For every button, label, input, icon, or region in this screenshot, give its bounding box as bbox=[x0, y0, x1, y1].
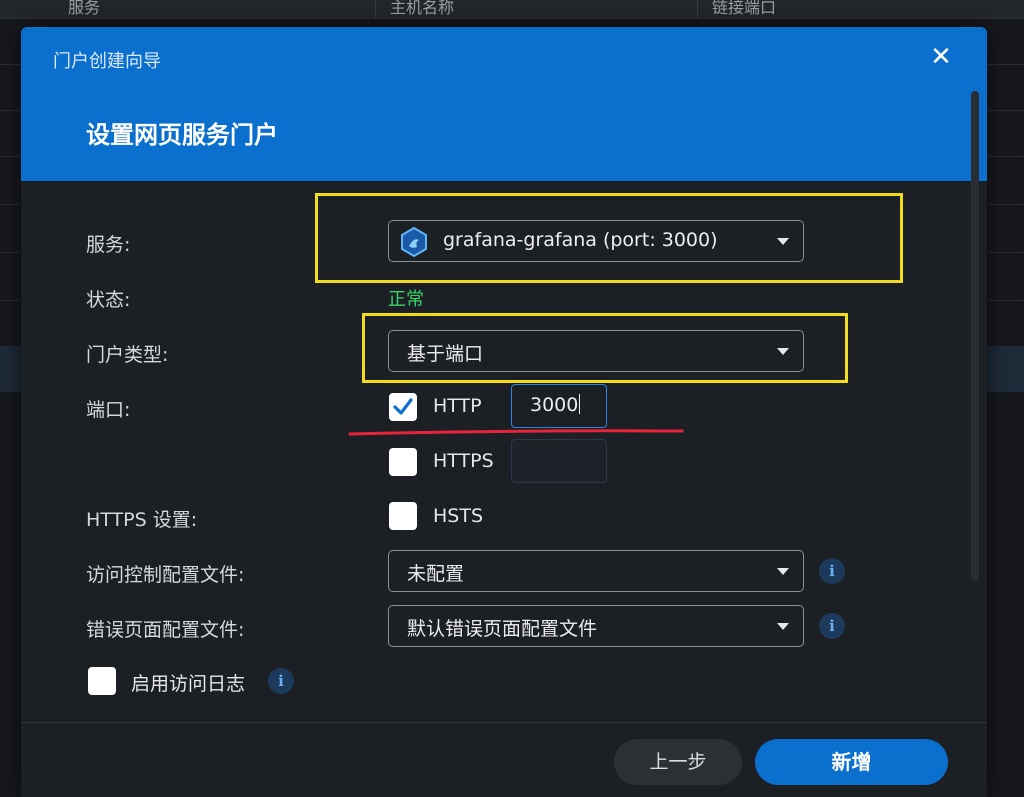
error-page-value: 默认错误页面配置文件 bbox=[407, 618, 598, 640]
http-checkbox[interactable] bbox=[389, 393, 417, 421]
http-label: HTTP bbox=[433, 395, 482, 417]
access-control-label: 访问控制配置文件: bbox=[86, 564, 245, 586]
background-table-header: 服务 主机名称 链接端口 bbox=[0, 0, 1024, 19]
text-cursor bbox=[579, 394, 581, 414]
access-log-checkbox[interactable] bbox=[88, 667, 116, 695]
port-label: 端口: bbox=[86, 399, 131, 421]
access-log-label: 启用访问日志 bbox=[131, 673, 246, 695]
add-button[interactable]: 新增 bbox=[755, 739, 948, 785]
dialog-header: 门户创建向导 ✕ 设置网页服务门户 bbox=[21, 27, 987, 181]
http-port-value: 3000 bbox=[530, 394, 579, 416]
access-control-value: 未配置 bbox=[407, 563, 465, 585]
service-label: 服务: bbox=[86, 234, 131, 256]
annotation-box-service bbox=[315, 193, 903, 283]
hsts-label: HSTS bbox=[433, 505, 484, 527]
column-header-hostname: 主机名称 bbox=[390, 0, 455, 17]
https-settings-label: HTTPS 设置: bbox=[86, 509, 198, 531]
page-title: 设置网页服务门户 bbox=[86, 121, 278, 149]
portal-wizard-dialog: 门户创建向导 ✕ 设置网页服务门户 服务: grafana-grafana (p… bbox=[21, 27, 987, 797]
scrollbar[interactable] bbox=[971, 91, 979, 581]
error-page-label: 错误页面配置文件: bbox=[86, 619, 245, 641]
annotation-box-portal-type bbox=[362, 313, 848, 383]
previous-button[interactable]: 上一步 bbox=[614, 739, 742, 785]
column-separator bbox=[375, 0, 376, 18]
error-page-select[interactable]: 默认错误页面配置文件 bbox=[388, 605, 804, 647]
annotation-underline bbox=[348, 429, 684, 436]
portal-type-label: 门户类型: bbox=[86, 344, 169, 366]
https-checkbox[interactable] bbox=[389, 448, 417, 476]
column-header-port: 链接端口 bbox=[712, 0, 777, 17]
column-header-service: 服务 bbox=[68, 0, 101, 17]
info-icon[interactable]: i bbox=[819, 558, 845, 584]
status-label: 状态: bbox=[86, 289, 131, 311]
https-label: HTTPS bbox=[433, 450, 494, 472]
hsts-checkbox[interactable] bbox=[389, 502, 417, 530]
info-icon[interactable]: i bbox=[819, 613, 845, 639]
caret-down-icon bbox=[777, 568, 789, 575]
footer-divider bbox=[21, 722, 987, 723]
http-port-input[interactable]: 3000 bbox=[511, 384, 607, 428]
https-port-input[interactable] bbox=[511, 439, 607, 483]
info-icon[interactable]: i bbox=[268, 668, 294, 694]
checkmark-icon bbox=[393, 398, 413, 415]
access-control-select[interactable]: 未配置 bbox=[388, 550, 804, 592]
wizard-title: 门户创建向导 bbox=[53, 51, 161, 72]
status-value: 正常 bbox=[388, 289, 424, 310]
column-separator bbox=[697, 0, 698, 18]
caret-down-icon bbox=[777, 623, 789, 630]
close-icon[interactable]: ✕ bbox=[927, 43, 955, 71]
